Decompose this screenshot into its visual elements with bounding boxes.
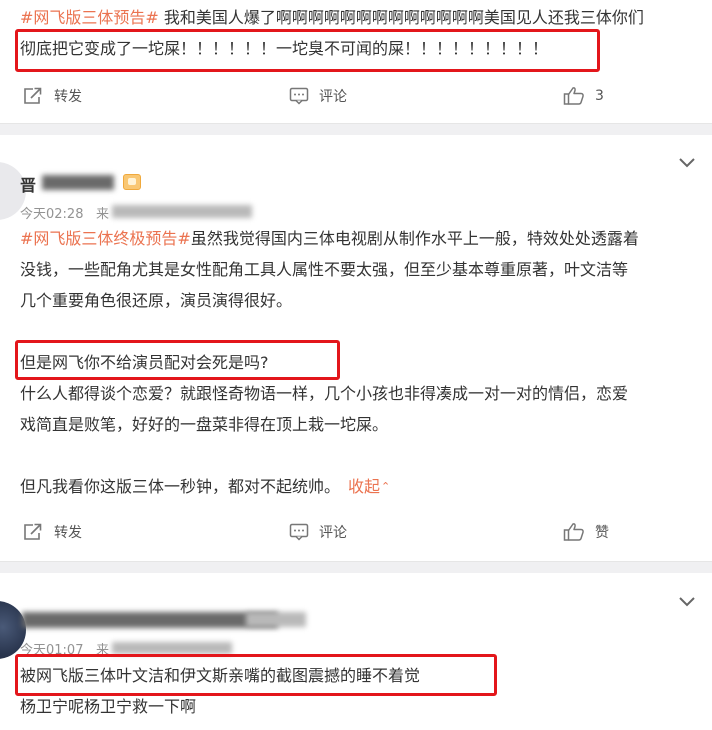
comment-icon (289, 523, 309, 541)
highlight-box (15, 29, 600, 72)
vip-badge-icon (123, 174, 141, 190)
chevron-down-icon[interactable] (676, 156, 698, 170)
like-count: 3 (595, 88, 604, 104)
blurred-source (112, 205, 252, 218)
post-text-line: 戏简直是败笔，好好的一盘菜非得在顶上栽一坨屎。 (20, 415, 389, 434)
comment-icon (289, 87, 309, 105)
post-text-line: #网飞版三体终极预告#虽然我觉得国内三体电视剧从制作水平上一般，特效处处透露着 (20, 229, 639, 248)
highlight-box (15, 340, 340, 380)
like-button[interactable]: 3 (563, 86, 604, 106)
post-divider (0, 123, 712, 135)
post-text-line: 但凡我看你这版三体一秒钟，都对不起统帅。 收起⌃ (20, 471, 390, 502)
post-text-line: 杨卫宁呢杨卫宁救一下啊 (20, 697, 197, 716)
post-text-line: 几个重要角色很还原，演员演得很好。 (20, 291, 293, 310)
topic-link[interactable]: #网飞版三体预告# (20, 8, 159, 27)
like-button[interactable]: 赞 (563, 522, 609, 542)
post-divider (0, 561, 712, 573)
post-text-line: 没钱，一些配角尤其是女性配角工具人属性不要太强，但至少基本尊重原著，叶文洁等 (20, 260, 629, 279)
comment-button[interactable]: 评论 (289, 86, 347, 106)
chevron-up-icon: ⌃ (381, 480, 391, 493)
post-time: 今天02:28 (20, 207, 84, 222)
action-bar: 转发 评论 3 (0, 86, 712, 110)
repost-button[interactable]: 转发 (22, 522, 82, 542)
repost-icon (24, 87, 42, 104)
comment-label: 评论 (319, 525, 347, 541)
repost-label: 转发 (54, 89, 82, 105)
repost-button[interactable]: 转发 (22, 86, 82, 106)
blurred-source (112, 642, 232, 654)
blurred-author-name (42, 175, 114, 190)
post-source-label: 来 (96, 207, 110, 222)
collapse-link[interactable]: 收起⌃ (348, 477, 390, 496)
comment-button[interactable]: 评论 (289, 522, 347, 542)
comment-label: 评论 (319, 89, 347, 105)
repost-label: 转发 (54, 525, 82, 541)
action-bar: 转发 评论 赞 (0, 522, 712, 546)
thumbs-up-icon (563, 523, 584, 541)
author-name-fragment[interactable]: 晋 (20, 172, 36, 196)
topic-link[interactable]: #网飞版三体终极预告# (20, 229, 191, 248)
post-text-line: 什么人都得谈个恋爱？就跟怪奇物语一样，几个小孩也非得凑成一对一对的情侣，恋爱 (20, 384, 629, 403)
thumbs-up-icon (563, 87, 584, 105)
blurred-author-name (22, 612, 278, 628)
highlight-box (15, 654, 497, 696)
weibo-feed: #网飞版三体预告# 我和美国人爆了啊啊啊啊啊啊啊啊啊啊啊啊啊美国见人还我三体你们… (0, 0, 712, 730)
blurred-badge (246, 612, 306, 627)
chevron-down-icon[interactable] (676, 595, 698, 609)
like-label: 赞 (595, 525, 609, 541)
repost-icon (24, 523, 42, 540)
